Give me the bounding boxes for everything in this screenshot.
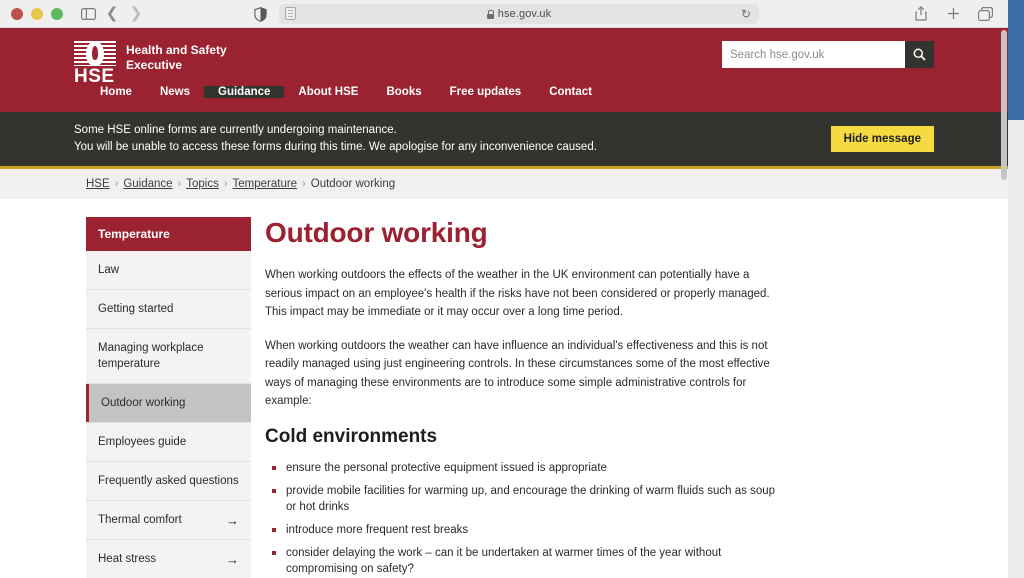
lock-icon <box>486 9 495 19</box>
back-button[interactable]: ❮ <box>101 4 123 24</box>
hse-flame-icon <box>74 41 116 66</box>
window-controls <box>0 7 63 20</box>
zoom-window-button[interactable] <box>51 7 63 20</box>
url-display: hse.gov.uk <box>486 8 552 20</box>
breadcrumb-separator: › <box>302 178 306 190</box>
arrow-right-icon: → <box>226 512 239 528</box>
search-button[interactable] <box>905 41 934 68</box>
section-sidebar: Temperature Law Getting started Managing w… <box>86 217 251 578</box>
forward-button[interactable]: ❯ <box>125 4 147 24</box>
sidebar-item-label: Getting started <box>98 303 174 315</box>
hse-logo-text: HSE <box>74 66 115 87</box>
background-window-sliver <box>1008 0 1024 578</box>
list-item: introduce more frequent rest breaks <box>265 522 777 538</box>
browser-toolbar: ❮ ❯ hse.gov.uk ↻ <box>0 0 1008 28</box>
nav-item-contact[interactable]: Contact <box>535 86 606 98</box>
arrow-right-icon: → <box>226 551 239 567</box>
sidebar-item-law[interactable]: Law <box>86 251 251 290</box>
page-scrollbar[interactable] <box>1000 28 1008 578</box>
sidebar-item-employees-guide[interactable]: Employees guide <box>86 423 251 462</box>
breadcrumb-item-guidance[interactable]: Guidance <box>123 178 172 190</box>
address-bar[interactable]: hse.gov.uk ↻ <box>279 4 759 24</box>
list-item: ensure the personal protective equipment… <box>265 460 777 476</box>
site-logo[interactable]: HSE Health and Safety Executive <box>74 41 256 86</box>
sidebar-item-getting-started[interactable]: Getting started <box>86 290 251 329</box>
sidebar-item-outdoor-working[interactable]: Outdoor working <box>86 384 251 423</box>
toolbar-actions <box>910 4 1008 24</box>
main-navigation: Home News Guidance About HSE Books Free updat… <box>0 86 1008 112</box>
sidebar-item-label: Outdoor working <box>101 397 186 409</box>
breadcrumb-separator: › <box>114 178 119 190</box>
article: Outdoor working When working outdoors th… <box>265 217 934 578</box>
cold-environments-heading: Cold environments <box>265 425 438 447</box>
breadcrumb-bar: HSE › Guidance › Topics › Temperature › Outdoor … <box>0 169 1008 199</box>
breadcrumb: HSE › Guidance › Topics › Temperature › Outdoor … <box>74 178 934 190</box>
close-window-button[interactable] <box>11 7 23 20</box>
search-icon <box>913 48 926 61</box>
sidebar-item-label: Thermal comfort <box>98 514 182 526</box>
page-content: Temperature Law Getting started Managing w… <box>0 199 1008 578</box>
url-text: hse.gov.uk <box>497 8 552 20</box>
minimize-window-button[interactable] <box>31 7 43 20</box>
alert-message: Some HSE online forms are currently unde… <box>74 122 597 156</box>
reload-icon[interactable]: ↻ <box>741 8 751 20</box>
reader-view-icon[interactable] <box>285 7 296 20</box>
breadcrumb-separator: › <box>223 178 228 190</box>
list-item: provide mobile facilities for warming up… <box>265 483 777 515</box>
background-window-body <box>1008 120 1024 578</box>
breadcrumb-item-outdoor-working: Outdoor working <box>310 178 396 190</box>
breadcrumb-separator: › <box>177 178 182 190</box>
sidebar-icon[interactable] <box>77 4 99 24</box>
sidebar-item-label: Employees guide <box>98 436 187 448</box>
maintenance-alert-banner: Some HSE online forms are currently unde… <box>0 112 1008 169</box>
sidebar-item-label: Heat stress <box>98 553 157 565</box>
privacy-shield-icon[interactable] <box>249 4 271 24</box>
nav-item-news[interactable]: News <box>146 86 204 98</box>
sidebar-item-thermal-comfort[interactable]: Thermal comfort → <box>86 501 251 540</box>
hide-message-button[interactable]: Hide message <box>830 126 934 152</box>
address-bar-group: hse.gov.uk ↻ <box>0 0 1008 28</box>
page-title: Outdoor working <box>265 217 488 248</box>
intro-paragraph-2: When working outdoors the weather can ha… <box>265 339 770 408</box>
alert-line-1: Some HSE online forms are currently unde… <box>74 124 397 136</box>
organisation-name: Health and Safety Executive <box>126 43 227 72</box>
plus-icon[interactable] <box>942 4 964 24</box>
search-input[interactable] <box>722 41 905 68</box>
sidebar-list: Law Getting started Managing workplace tem… <box>86 251 251 578</box>
tab-overview-icon[interactable] <box>974 4 996 24</box>
breadcrumb-item-topics[interactable]: Topics <box>186 178 219 190</box>
sidebar-item-heat-stress[interactable]: Heat stress → <box>86 540 251 578</box>
safari-browser-window: ❮ ❯ hse.gov.uk ↻ HSE Health and Safety E… <box>0 0 1008 578</box>
hse-logo-mark: HSE <box>74 41 116 86</box>
site-search <box>722 41 934 68</box>
breadcrumb-item-temperature[interactable]: Temperature <box>233 178 298 190</box>
sidebar-item-label: Managing workplace temperature <box>98 342 204 370</box>
navigation-controls: ❮ ❯ <box>77 4 147 24</box>
scrollbar-thumb[interactable] <box>1001 30 1007 180</box>
intro-paragraph-1: When working outdoors the effects of the… <box>265 269 770 318</box>
sidebar-item-label: Frequently asked questions <box>98 475 239 487</box>
share-icon[interactable] <box>910 4 932 24</box>
list-item: consider delaying the work – can it be u… <box>265 545 777 577</box>
nav-item-guidance[interactable]: Guidance <box>204 86 285 98</box>
nav-item-home[interactable]: Home <box>86 86 146 98</box>
nav-item-books[interactable]: Books <box>372 86 435 98</box>
sidebar-item-managing-workplace-temperature[interactable]: Managing workplace temperature <box>86 329 251 384</box>
breadcrumb-item-hse[interactable]: HSE <box>86 178 110 190</box>
site-header: HSE Health and Safety Executive <box>0 28 1008 86</box>
nav-list: Home News Guidance About HSE Books Free updat… <box>74 86 934 98</box>
nav-item-about-hse[interactable]: About HSE <box>284 86 372 98</box>
alert-line-2: You will be unable to access these forms… <box>74 141 597 153</box>
sidebar-heading: Temperature <box>86 217 251 251</box>
nav-item-free-updates[interactable]: Free updates <box>436 86 536 98</box>
cold-environments-list: ensure the personal protective equipment… <box>265 460 934 578</box>
sidebar-item-frequently-asked-questions[interactable]: Frequently asked questions <box>86 462 251 501</box>
sidebar-item-label: Law <box>98 264 120 276</box>
